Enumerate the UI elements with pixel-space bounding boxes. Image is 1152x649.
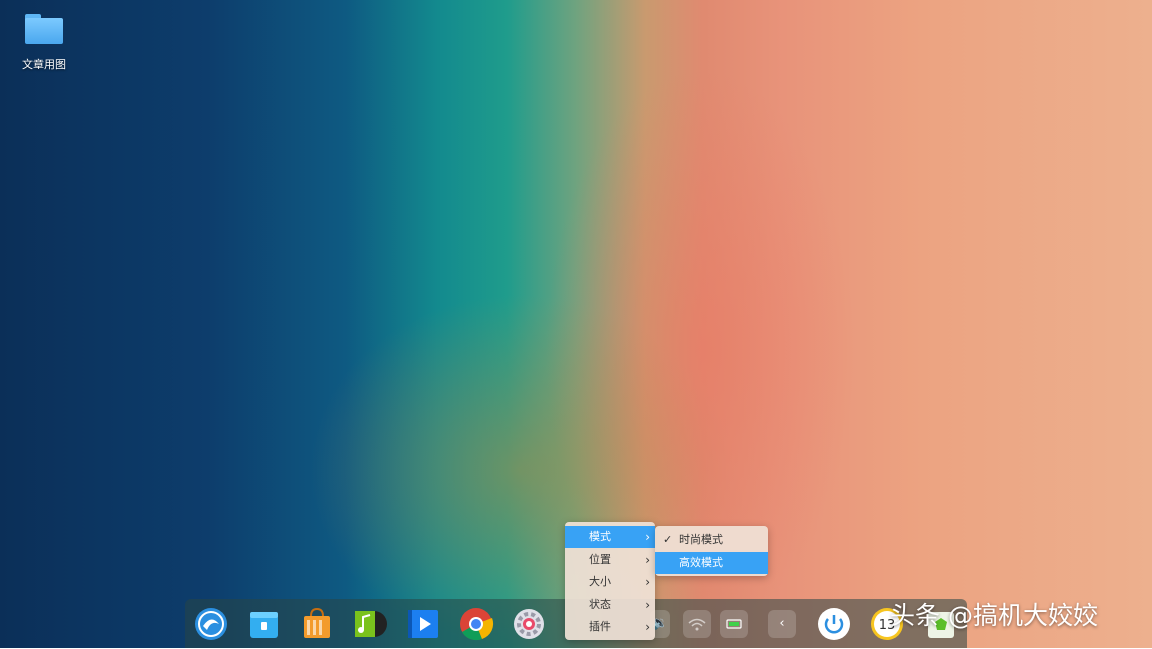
chevron-right-icon: › xyxy=(645,620,650,634)
battery-icon[interactable] xyxy=(720,610,748,638)
submenu-item-fashion-mode[interactable]: ✓ 时尚模式 xyxy=(655,529,768,551)
file-manager-icon[interactable] xyxy=(246,606,282,642)
settings-icon[interactable] xyxy=(511,606,547,642)
music-icon[interactable] xyxy=(352,606,388,642)
desktop-folder[interactable]: 文章用图 xyxy=(10,10,78,72)
submenu-item-label: 时尚模式 xyxy=(679,533,723,546)
wifi-icon[interactable] xyxy=(683,610,711,638)
menu-item-status[interactable]: 状态 › xyxy=(565,594,655,616)
submenu-item-efficient-mode[interactable]: 高效模式 xyxy=(655,552,768,574)
watermark: 头条 @搞机大姣姣 xyxy=(890,601,1098,630)
chevron-right-icon: › xyxy=(645,598,650,612)
desktop-folder-label: 文章用图 xyxy=(22,58,66,71)
menu-item-label: 状态 xyxy=(589,598,611,611)
submenu-item-label: 高效模式 xyxy=(679,556,723,569)
dock-context-menu: 模式 › 位置 › 大小 › 状态 › 插件 › xyxy=(565,522,655,640)
movie-icon[interactable] xyxy=(405,606,441,642)
check-icon: ✓ xyxy=(663,533,673,546)
menu-item-plugins[interactable]: 插件 › xyxy=(565,616,655,638)
chevron-right-icon: › xyxy=(645,553,650,567)
chrome-icon[interactable] xyxy=(458,606,494,642)
menu-item-label: 模式 xyxy=(589,530,611,543)
menu-item-size[interactable]: 大小 › xyxy=(565,571,655,593)
menu-item-label: 大小 xyxy=(589,575,611,588)
menu-item-label: 位置 xyxy=(589,553,611,566)
app-store-icon[interactable] xyxy=(299,606,335,642)
folder-icon xyxy=(25,14,63,44)
menu-item-mode[interactable]: 模式 › xyxy=(565,526,655,548)
chevron-right-icon: › xyxy=(645,575,650,589)
chevron-right-icon: › xyxy=(645,530,650,544)
launcher-icon[interactable] xyxy=(193,606,229,642)
tray-collapse-icon[interactable]: ‹ xyxy=(768,610,796,638)
menu-item-label: 插件 xyxy=(589,620,611,633)
mode-submenu: ✓ 时尚模式 高效模式 xyxy=(655,526,768,576)
power-icon[interactable] xyxy=(816,606,852,642)
menu-item-position[interactable]: 位置 › xyxy=(565,549,655,571)
